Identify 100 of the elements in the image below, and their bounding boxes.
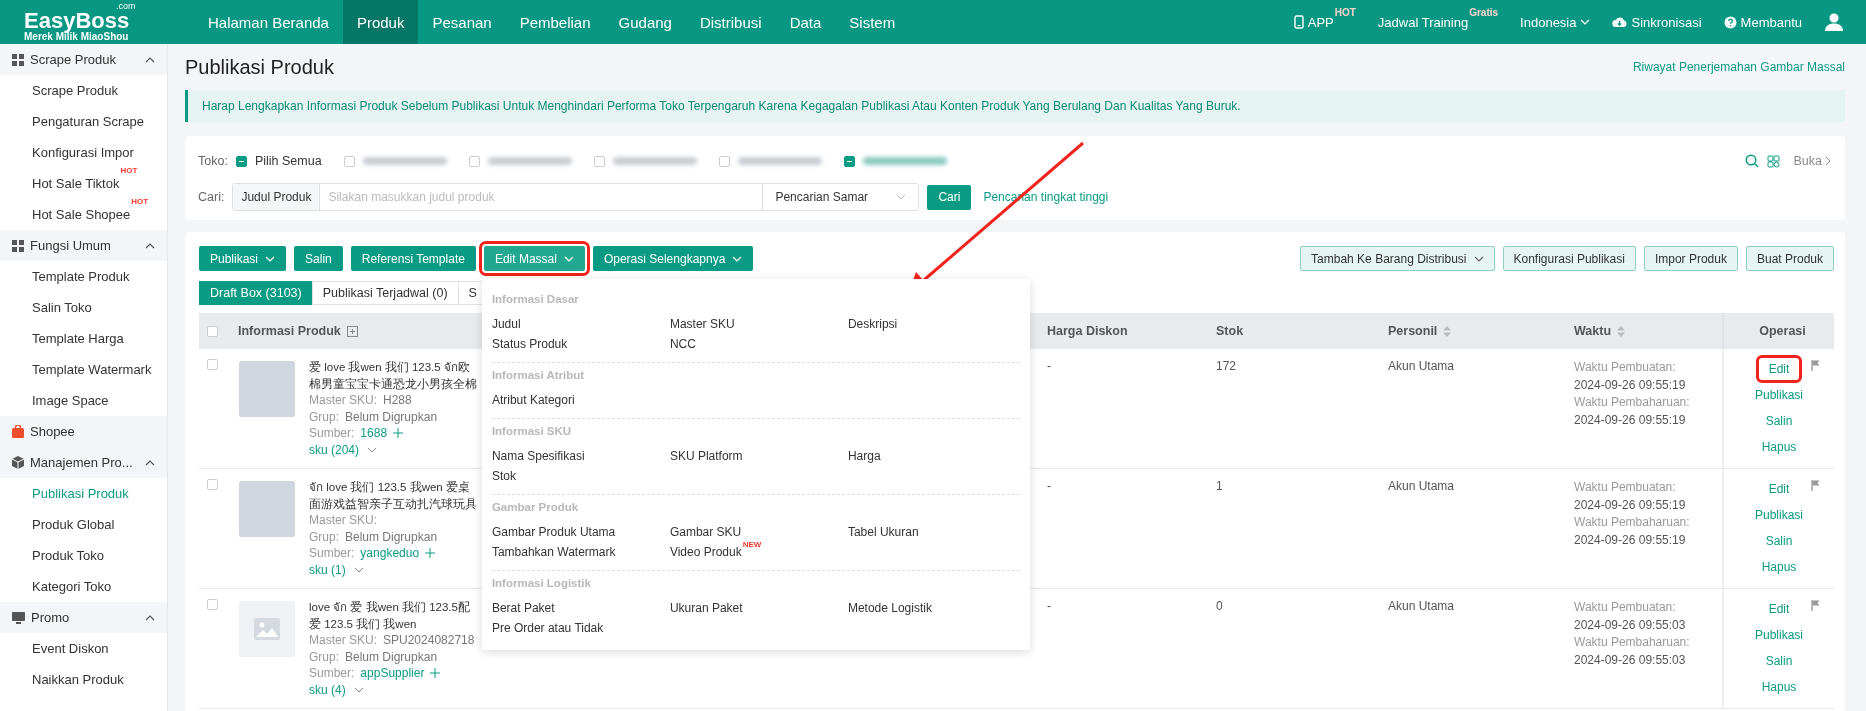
menu-item[interactable]: SKU Platform — [669, 446, 848, 466]
image-placeholder-icon — [239, 601, 295, 657]
source-link[interactable]: 1688 — [360, 425, 388, 442]
action-link[interactable]: Edit — [1762, 479, 1796, 499]
nav-item[interactable]: Pembelian — [505, 0, 605, 44]
sidebar-item[interactable]: Kategori Toko — [0, 571, 167, 602]
plus-icon[interactable] — [425, 548, 436, 559]
action-link[interactable]: Edit — [1762, 599, 1796, 619]
nav-item[interactable]: Distribusi — [685, 0, 776, 44]
sku-toggle[interactable]: sku (1) — [309, 561, 477, 578]
user-icon[interactable] — [1824, 12, 1844, 32]
action-link[interactable]: Hapus — [1755, 677, 1803, 697]
menu-item[interactable]: Gambar Produk Utama — [491, 522, 670, 542]
action-link[interactable]: Hapus — [1755, 437, 1803, 457]
personnel-name: Akun Utama — [1388, 599, 1455, 613]
nav-item[interactable]: Gudang — [604, 0, 686, 44]
nav-item[interactable]: Halaman Beranda — [194, 0, 343, 44]
checkbox[interactable] — [343, 155, 355, 167]
nav-item[interactable]: Sistem — [835, 0, 910, 44]
sidebar-item[interactable]: Publikasi Produk — [0, 478, 167, 509]
flag-icon[interactable] — [1811, 480, 1820, 491]
menu-item[interactable]: Stok — [491, 466, 670, 486]
menu-item[interactable]: Metode Logistik — [847, 598, 1018, 618]
expand-icon[interactable] — [346, 325, 358, 337]
plus-icon[interactable] — [430, 668, 441, 679]
sidebar-item[interactable]: Scrape Produk — [0, 75, 167, 106]
menu-item[interactable]: Deskripsi — [847, 314, 1018, 334]
checkbox[interactable] — [593, 155, 605, 167]
sku-toggle[interactable]: sku (204) — [309, 441, 477, 458]
action-link[interactable]: Salin — [1759, 651, 1799, 671]
nav-item[interactable]: Pesanan — [418, 0, 506, 44]
checkbox[interactable] — [235, 155, 247, 167]
menu-item[interactable]: Berat Paket — [491, 598, 670, 618]
sidebar-item[interactable]: Salin Toko — [0, 292, 167, 323]
sidebar-group[interactable]: Scrape Produk — [0, 44, 167, 75]
source-link[interactable]: yangkeduo — [360, 545, 420, 562]
menu-item[interactable]: Master SKU — [669, 314, 848, 334]
sidebar-item[interactable]: Konfigurasi Impor — [0, 137, 167, 168]
menu-item[interactable]: Status Produk — [491, 334, 670, 354]
checkbox[interactable] — [207, 359, 218, 370]
action-link[interactable]: Hapus — [1755, 557, 1803, 577]
nav-item[interactable]: Produk — [342, 0, 419, 44]
toolbar-button[interactable]: Konfigurasi Publikasi — [1502, 246, 1636, 271]
sidebar-group[interactable]: Promo — [0, 602, 167, 633]
checkbox[interactable] — [207, 599, 218, 610]
checkbox[interactable] — [843, 155, 855, 167]
action-link[interactable]: Publikasi — [1749, 625, 1809, 645]
menu-item[interactable]: Pre Order atau Tidak — [491, 618, 670, 638]
checkbox[interactable] — [207, 479, 218, 490]
toolbar-button[interactable]: Buat Produk — [1745, 246, 1834, 271]
search-icon[interactable] — [1744, 154, 1759, 168]
checkbox[interactable] — [207, 325, 218, 337]
toolbar-button[interactable]: Tambah Ke Barang Distribusi — [1300, 246, 1495, 271]
search-field[interactable]: Judul Produk Silakan masukkan judul produk Pencarian Samar — [232, 183, 920, 211]
sidebar-group[interactable]: Shopee — [0, 416, 167, 447]
menu-item[interactable]: Gambar SKU — [669, 522, 848, 542]
menu-item[interactable]: Video Produk$^{NEW}$ — [669, 542, 848, 562]
action-link[interactable]: Salin — [1759, 411, 1799, 431]
sidebar-item[interactable]: Template Produk — [0, 261, 167, 292]
menu-item[interactable]: Tabel Ukuran — [847, 522, 1018, 542]
header-link[interactable]: APP — [1293, 14, 1334, 30]
language-dropdown[interactable]: Indonesia — [1520, 14, 1591, 30]
layout-icon[interactable] — [1766, 154, 1780, 168]
menu-item[interactable]: NCC — [669, 334, 848, 354]
toolbar-button[interactable]: Impor Produk — [1643, 246, 1738, 271]
header-link[interactable]: Membantu — [1723, 14, 1802, 30]
header-link[interactable]: Jadwal Training — [1377, 14, 1469, 30]
checkbox[interactable] — [468, 155, 480, 167]
source-link[interactable]: appSupplier — [360, 665, 425, 682]
sort-icon[interactable] — [1443, 325, 1452, 337]
expand-link[interactable]: Buka — [1793, 154, 1831, 168]
menu-item[interactable]: Atribut Kategori — [491, 390, 670, 410]
sku-toggle[interactable]: sku (4) — [309, 681, 475, 698]
sidebar-item[interactable]: Produk Toko — [0, 540, 167, 571]
action-link[interactable]: Publikasi — [1749, 505, 1809, 525]
sidebar-item[interactable]: Event Diskon — [0, 633, 167, 664]
plus-icon[interactable] — [393, 428, 404, 439]
search-mode-select[interactable]: Pencarian Samar — [762, 184, 919, 210]
sort-icon[interactable] — [1617, 325, 1626, 337]
sidebar-item[interactable]: Template Watermark — [0, 354, 167, 385]
nav-item[interactable]: Data — [775, 0, 836, 44]
menu-item[interactable]: Judul — [491, 314, 670, 334]
sidebar-item[interactable]: Pengaturan Scrape — [0, 106, 167, 137]
action-link[interactable]: Publikasi — [1749, 385, 1809, 405]
tab[interactable]: Publikasi Terjadwal (0) — [311, 281, 459, 305]
action-link[interactable]: Salin — [1759, 531, 1799, 551]
sidebar-item[interactable]: Produk Global — [0, 509, 167, 540]
sidebar-item[interactable]: Image Space — [0, 385, 167, 416]
menu-item[interactable]: Harga — [847, 446, 1018, 466]
sidebar-item[interactable]: Naikkan Produk — [0, 664, 167, 695]
menu-item[interactable]: Tambahkan Watermark — [491, 542, 670, 562]
header-link[interactable]: Sinkronisasi — [1612, 14, 1702, 30]
sidebar-item[interactable]: Template Harga — [0, 323, 167, 354]
sidebar-group[interactable]: Manajemen Pro... — [0, 447, 167, 478]
menu-item[interactable]: Nama Spesifikasi — [491, 446, 670, 466]
sidebar-group[interactable]: Fungsi Umum — [0, 230, 167, 261]
menu-item[interactable]: Ukuran Paket — [669, 598, 848, 618]
flag-icon[interactable] — [1811, 360, 1820, 371]
checkbox[interactable] — [718, 155, 730, 167]
flag-icon[interactable] — [1811, 600, 1820, 611]
